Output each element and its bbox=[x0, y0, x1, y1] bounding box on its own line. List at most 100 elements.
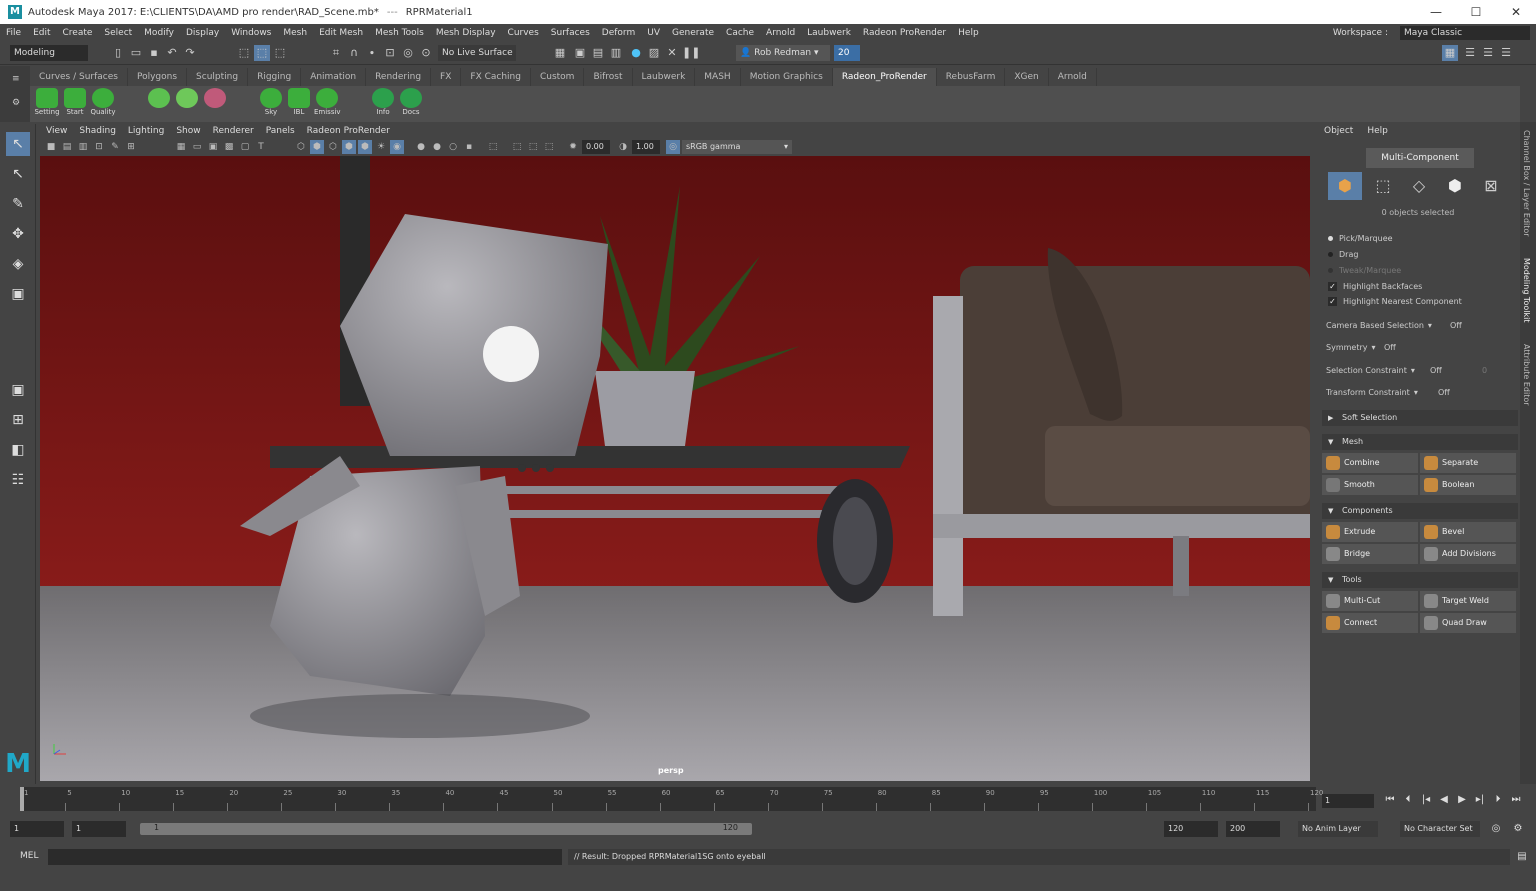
safe-title-icon[interactable]: T bbox=[254, 140, 268, 154]
step-forward-key-icon[interactable]: ⏵ bbox=[1490, 792, 1506, 808]
drag-option[interactable]: Drag bbox=[1328, 250, 1358, 259]
workspace-dropdown[interactable]: Maya Classic bbox=[1400, 25, 1530, 40]
toolkit-menu-object[interactable]: Object bbox=[1324, 126, 1353, 136]
menu-mesh[interactable]: Mesh bbox=[277, 28, 313, 38]
select-tool-icon[interactable]: ↖ bbox=[6, 132, 30, 156]
lasso-tool-icon[interactable]: ↖ bbox=[6, 162, 30, 186]
playback-end-field[interactable]: 120 bbox=[1164, 821, 1218, 837]
menu-modify[interactable]: Modify bbox=[138, 28, 180, 38]
live-surface-field[interactable]: No Live Surface bbox=[438, 45, 516, 61]
command-input[interactable] bbox=[48, 849, 562, 865]
menu-file[interactable]: File bbox=[0, 28, 27, 38]
snap-curve-icon[interactable]: ∩ bbox=[346, 45, 362, 61]
preferences-icon[interactable]: ⚙ bbox=[1510, 821, 1526, 837]
pick-marquee-option[interactable]: Pick/Marquee bbox=[1328, 234, 1393, 243]
connect-button[interactable]: Connect bbox=[1322, 613, 1418, 633]
selection-constraint-setting[interactable]: Selection Constraint ▾ Off 0 bbox=[1326, 366, 1487, 375]
bridge-button[interactable]: Bridge bbox=[1322, 544, 1418, 564]
shelf-button-ibl[interactable]: IBL bbox=[286, 88, 312, 117]
current-time-marker[interactable] bbox=[20, 787, 24, 811]
exposure-icon[interactable]: ✹ bbox=[566, 140, 580, 154]
snap-vertex-icon[interactable]: ⊙ bbox=[418, 45, 434, 61]
panel-menu-shading[interactable]: Shading bbox=[73, 126, 122, 136]
ipr-render-icon[interactable]: ▤ bbox=[590, 45, 606, 61]
shadows-icon[interactable]: ☀ bbox=[374, 140, 388, 154]
shelf-tab-mash[interactable]: MASH bbox=[695, 68, 741, 86]
playback-start-field[interactable]: 1 bbox=[72, 821, 126, 837]
tool-settings-toggle-icon[interactable]: ☰ bbox=[1480, 45, 1496, 61]
modeling-toolkit-toggle-icon[interactable]: ☰ bbox=[1498, 45, 1514, 61]
step-back-key-icon[interactable]: ⏴ bbox=[1400, 792, 1416, 808]
menu-windows[interactable]: Windows bbox=[225, 28, 277, 38]
snap-surface-icon[interactable]: ◎ bbox=[400, 45, 416, 61]
menuset-dropdown[interactable]: Modeling bbox=[10, 45, 88, 61]
shelf-button-setting[interactable]: Setting bbox=[34, 88, 60, 117]
tab-modeling-toolkit[interactable]: Modeling Toolkit bbox=[1522, 258, 1531, 322]
menu-edit[interactable]: Edit bbox=[27, 28, 56, 38]
move-tool-icon[interactable]: ✥ bbox=[6, 222, 30, 246]
shelf-tab-animation[interactable]: Animation bbox=[301, 68, 367, 86]
shelf-button-info[interactable]: Info bbox=[370, 88, 396, 117]
render-region-icon[interactable]: ▨ bbox=[646, 45, 662, 61]
menu-laubwerk[interactable]: Laubwerk bbox=[801, 28, 857, 38]
gate-mask-icon[interactable]: ▣ bbox=[206, 140, 220, 154]
open-scene-icon[interactable]: ▭ bbox=[128, 45, 144, 61]
step-back-frame-icon[interactable]: |◂ bbox=[1418, 792, 1434, 808]
shelf-button-quality[interactable]: Quality bbox=[90, 88, 116, 117]
snap-view-icon[interactable]: ⊡ bbox=[382, 45, 398, 61]
motion-blur-icon[interactable]: ● bbox=[414, 140, 428, 154]
render-snapshot-icon[interactable]: ✕ bbox=[664, 45, 680, 61]
tab-attribute-editor[interactable]: Attribute Editor bbox=[1522, 344, 1531, 406]
shelf-tab-xgen[interactable]: XGen bbox=[1005, 68, 1049, 86]
close-button[interactable]: ✕ bbox=[1496, 0, 1536, 24]
menu-arnold[interactable]: Arnold bbox=[760, 28, 801, 38]
smooth-shade-icon[interactable]: ⬢ bbox=[310, 140, 324, 154]
camera-based-selection-setting[interactable]: Camera Based Selection ▾ Off bbox=[1326, 321, 1462, 330]
menu-deform[interactable]: Deform bbox=[596, 28, 641, 38]
components-section-header[interactable]: Components bbox=[1322, 503, 1518, 519]
extrude-button[interactable]: Extrude bbox=[1322, 522, 1418, 542]
animation-end-field[interactable]: 200 bbox=[1226, 821, 1280, 837]
screen-space-ao-icon[interactable]: ◉ bbox=[390, 140, 404, 154]
backface-culling-icon[interactable]: ⬚ bbox=[542, 140, 556, 154]
shelf-tab-curves-surfaces[interactable]: Curves / Surfaces bbox=[30, 68, 128, 86]
shelf-button-material-2[interactable] bbox=[174, 88, 200, 108]
character-set-dropdown[interactable]: No Character Set bbox=[1400, 821, 1480, 837]
menu-curves[interactable]: Curves bbox=[502, 28, 545, 38]
isolate-select-icon[interactable]: ▪ bbox=[462, 140, 476, 154]
attribute-editor-toggle-icon[interactable]: ☰ bbox=[1462, 45, 1478, 61]
maximize-button[interactable]: ☐ bbox=[1456, 0, 1496, 24]
target-weld-button[interactable]: Target Weld bbox=[1420, 591, 1516, 611]
menu-surfaces[interactable]: Surfaces bbox=[545, 28, 596, 38]
animation-start-field[interactable]: 1 bbox=[10, 821, 64, 837]
gamma-icon[interactable]: ◑ bbox=[616, 140, 630, 154]
shelf-tab-fx-caching[interactable]: FX Caching bbox=[461, 68, 531, 86]
use-all-lights-icon[interactable]: ⬢ bbox=[358, 140, 372, 154]
face-mode-icon[interactable]: ⬢ bbox=[1438, 172, 1472, 200]
camera-attributes-icon[interactable]: ■ bbox=[44, 140, 58, 154]
new-scene-icon[interactable]: ▯ bbox=[110, 45, 126, 61]
notifications-badge[interactable]: 20 bbox=[834, 45, 860, 61]
minimize-button[interactable]: — bbox=[1416, 0, 1456, 24]
quad-draw-button[interactable]: Quad Draw bbox=[1420, 613, 1516, 633]
render-settings-icon[interactable]: ▦ bbox=[552, 45, 568, 61]
edge-mode-icon[interactable]: ◇ bbox=[1402, 172, 1436, 200]
gamma-field[interactable]: 1.00 bbox=[632, 140, 660, 154]
go-to-start-icon[interactable]: ⏮ bbox=[1382, 792, 1398, 808]
menu-display[interactable]: Display bbox=[180, 28, 225, 38]
multi-cut-button[interactable]: Multi-Cut bbox=[1322, 591, 1418, 611]
shelf-tab-arnold[interactable]: Arnold bbox=[1049, 68, 1097, 86]
depth-of-field-icon[interactable]: ○ bbox=[446, 140, 460, 154]
shelf-tab-custom[interactable]: Custom bbox=[531, 68, 585, 86]
safe-action-icon[interactable]: ▢ bbox=[238, 140, 252, 154]
camera-bookmark-icon[interactable]: ▤ bbox=[60, 140, 74, 154]
paint-select-tool-icon[interactable]: ✎ bbox=[6, 192, 30, 216]
shelf-tab-radeon-prorender[interactable]: Radeon_ProRender bbox=[832, 68, 937, 86]
shelf-tab-sculpting[interactable]: Sculpting bbox=[187, 68, 249, 86]
toolkit-menu-help[interactable]: Help bbox=[1367, 126, 1388, 136]
shelf-menu-icon[interactable]: ≡ bbox=[12, 74, 20, 84]
shelf-button-material-3[interactable] bbox=[202, 88, 228, 108]
color-management-icon[interactable]: ◎ bbox=[666, 140, 680, 154]
select-object-icon[interactable]: ⬚ bbox=[254, 45, 270, 61]
xray-icon[interactable]: ⬚ bbox=[486, 140, 500, 154]
